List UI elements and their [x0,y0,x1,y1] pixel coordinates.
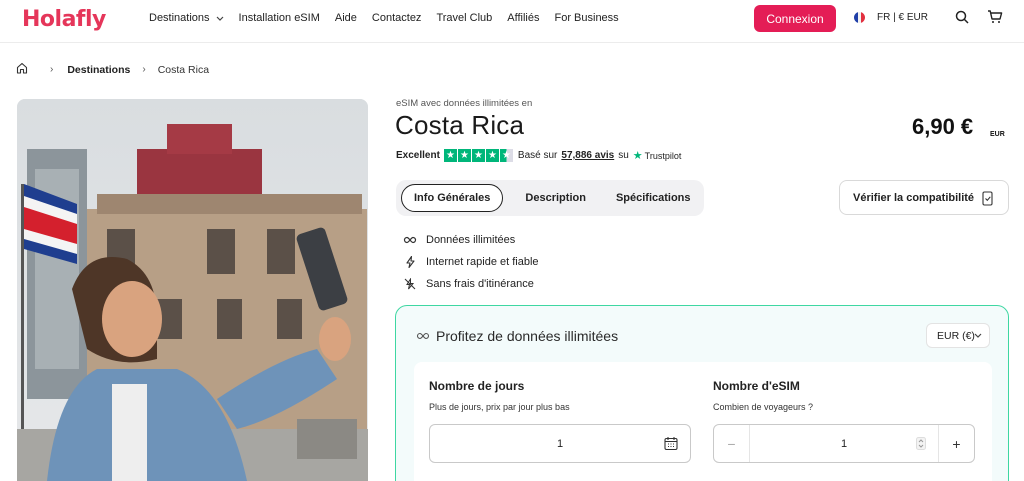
product-tabs: Info Générales Description Spécification… [396,180,704,216]
nav-destinations[interactable]: Destinations [149,12,224,24]
infinity-icon [402,236,418,244]
half-star-icon: ★ [499,149,513,162]
cart-icon[interactable] [987,10,1003,26]
search-icon[interactable] [955,10,971,26]
days-label: Nombre de jours [429,379,525,393]
check-compatibility-button[interactable]: Vérifier la compatibilité [839,180,1009,215]
feature-no-roaming: Sans frais d'itinérance [402,273,539,295]
spinner-arrows-icon[interactable] [916,437,926,453]
no-roaming-icon [402,278,418,290]
esim-quantity-value: 1 [840,437,848,450]
plan-card-title: Profitez de données illimitées [416,328,618,344]
breadcrumb-current: Costa Rica [157,63,210,76]
site-header: Holafly Destinations Installation eSIM A… [0,0,1024,43]
feature-list: Données illimitées Internet rapide et fi… [402,229,539,295]
product-price: 6,90 € [912,114,974,139]
tab-info-generales[interactable]: Info Générales [401,184,504,212]
nav-aide[interactable]: Aide [335,12,357,24]
holafly-logo[interactable]: Holafly [22,7,106,32]
unlimited-plan-card: Profitez de données illimitées EUR (€) N… [395,305,1009,481]
days-help: Plus de jours, prix par jour plus bas [429,402,570,412]
chevron-right-icon: › [50,64,54,75]
lightning-icon [402,256,418,268]
login-button[interactable]: Connexion [754,5,836,32]
chevron-down-icon [974,331,982,340]
rating-label: Excellent [396,150,440,161]
days-input[interactable]: 1 [429,424,691,463]
price-currency: EUR [990,131,1005,138]
locale-selector[interactable]: FR | € EUR [854,12,928,23]
nav-installation-esim[interactable]: Installation eSIM [239,12,320,24]
chevron-right-icon: › [142,64,146,75]
trustpilot-star-icon: ★ [632,150,643,162]
breadcrumb-destinations[interactable]: Destinations [67,64,130,76]
reviews-count[interactable]: 57,886 avis [561,150,614,161]
increment-button[interactable]: + [938,425,974,462]
tab-description[interactable]: Description [513,184,598,212]
product-subtitle: eSIM avec données illimitées en [396,98,533,109]
star-icon: ★ [457,149,471,162]
trustpilot-logo: ★ Trustpilot [632,150,682,162]
phone-check-icon [982,191,993,206]
nav-contactez[interactable]: Contactez [372,12,422,24]
feature-unlimited-data: Données illimitées [402,229,539,251]
nav-travel-club[interactable]: Travel Club [436,12,492,24]
decrement-button[interactable]: − [714,425,750,462]
star-icon: ★ [471,149,485,162]
home-icon[interactable] [16,62,28,77]
france-flag-icon [854,12,865,23]
star-icon: ★ [485,149,499,162]
chevron-down-icon [216,14,224,23]
destination-photo [17,99,368,481]
calendar-icon[interactable] [664,436,678,454]
based-on-text: Basé sur [517,150,558,161]
currency-select[interactable]: EUR (€) [926,323,990,348]
infinity-icon [416,332,430,340]
on-text: su [618,150,629,161]
rating-stars: ★ ★ ★ ★ ★ [443,149,514,162]
nav-affilies[interactable]: Affiliés [507,12,539,24]
main-nav: Destinations Installation eSIM Aide Cont… [149,0,634,36]
feature-fast-internet: Internet rapide et fiable [402,251,539,273]
tab-specifications[interactable]: Spécifications [604,184,703,212]
breadcrumb: › Destinations › Costa Rica [16,62,209,77]
plan-options-panel: Nombre de jours Plus de jours, prix par … [414,362,992,481]
esim-quantity-stepper[interactable]: − 1 + [713,424,975,463]
trustpilot-rating[interactable]: Excellent ★ ★ ★ ★ ★ Basé sur 57,886 avis… [396,149,681,162]
esim-count-label: Nombre d'eSIM [713,379,800,393]
star-icon: ★ [443,149,457,162]
nav-for-business[interactable]: For Business [554,12,618,24]
page-title: Costa Rica [395,110,525,140]
esim-count-help: Combien de voyageurs ? [713,402,814,412]
